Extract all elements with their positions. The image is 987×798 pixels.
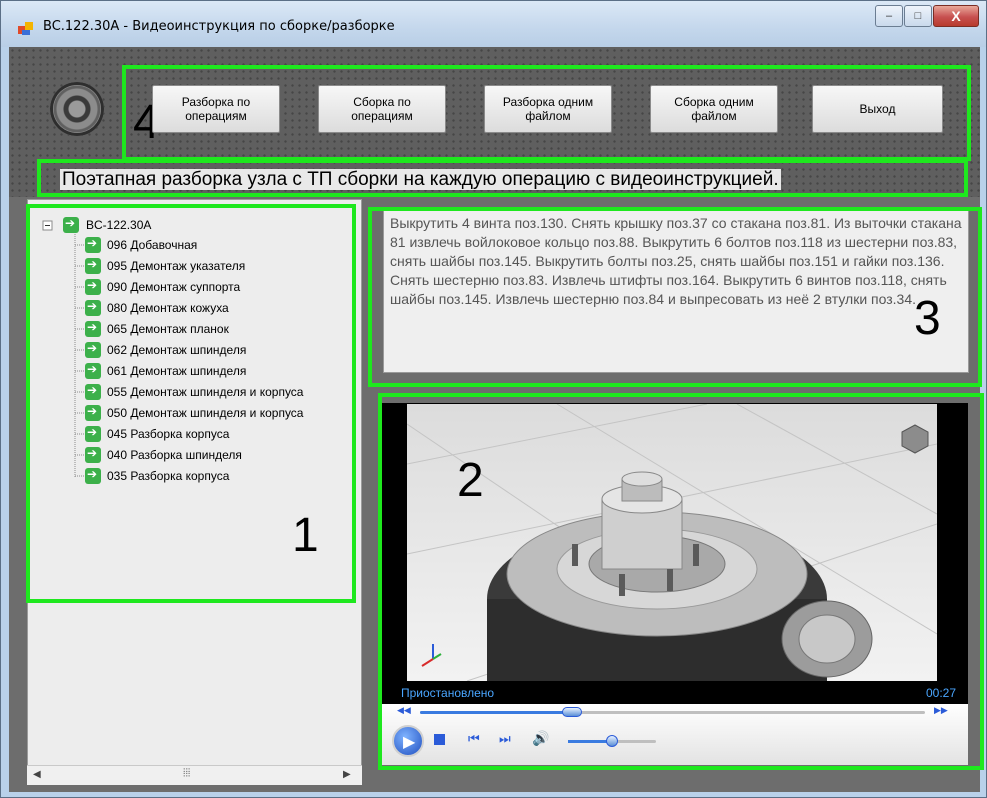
gear-logo-icon bbox=[50, 82, 104, 136]
minimize-button[interactable]: – bbox=[875, 5, 903, 27]
maximize-button[interactable]: □ bbox=[904, 5, 932, 27]
scroll-right-icon[interactable]: ▶ bbox=[343, 769, 351, 780]
title-bar[interactable]: BC.122.30A - Видеоинструкция по сборке/р… bbox=[1, 1, 986, 47]
assembly-by-operation-button[interactable]: Сборка по операциям bbox=[318, 85, 446, 133]
scroll-thumb-grip-icon[interactable]: ⦙⦙⦙ bbox=[183, 767, 190, 780]
app-window: BC.122.30A - Видеоинструкция по сборке/р… bbox=[0, 0, 987, 798]
app-icon bbox=[18, 20, 34, 36]
mode-caption: Поэтапная разборка узла с ТП сборки на к… bbox=[60, 169, 781, 190]
client-area: 4 Разборка по операциям Сборка по операц… bbox=[9, 47, 984, 792]
assembly-single-file-button[interactable]: Сборка одним файлом bbox=[650, 85, 778, 133]
text-highlight-box bbox=[368, 207, 982, 387]
video-highlight-box bbox=[378, 393, 984, 770]
window-title: BC.122.30A - Видеоинструкция по сборке/р… bbox=[43, 19, 395, 34]
annotation-number-1: 1 bbox=[292, 509, 319, 562]
disassembly-single-file-button[interactable]: Разборка одним файлом bbox=[484, 85, 612, 133]
scroll-left-icon[interactable]: ◀ bbox=[33, 769, 41, 780]
close-button[interactable]: X bbox=[933, 5, 979, 27]
disassembly-by-operation-button[interactable]: Разборка по операциям bbox=[152, 85, 280, 133]
annotation-number-2: 2 bbox=[457, 454, 484, 507]
annotation-number-3: 3 bbox=[914, 292, 941, 345]
tree-horizontal-scrollbar[interactable]: ◀ ⦙⦙⦙ ▶ bbox=[27, 765, 362, 785]
exit-button[interactable]: Выход bbox=[812, 85, 943, 133]
